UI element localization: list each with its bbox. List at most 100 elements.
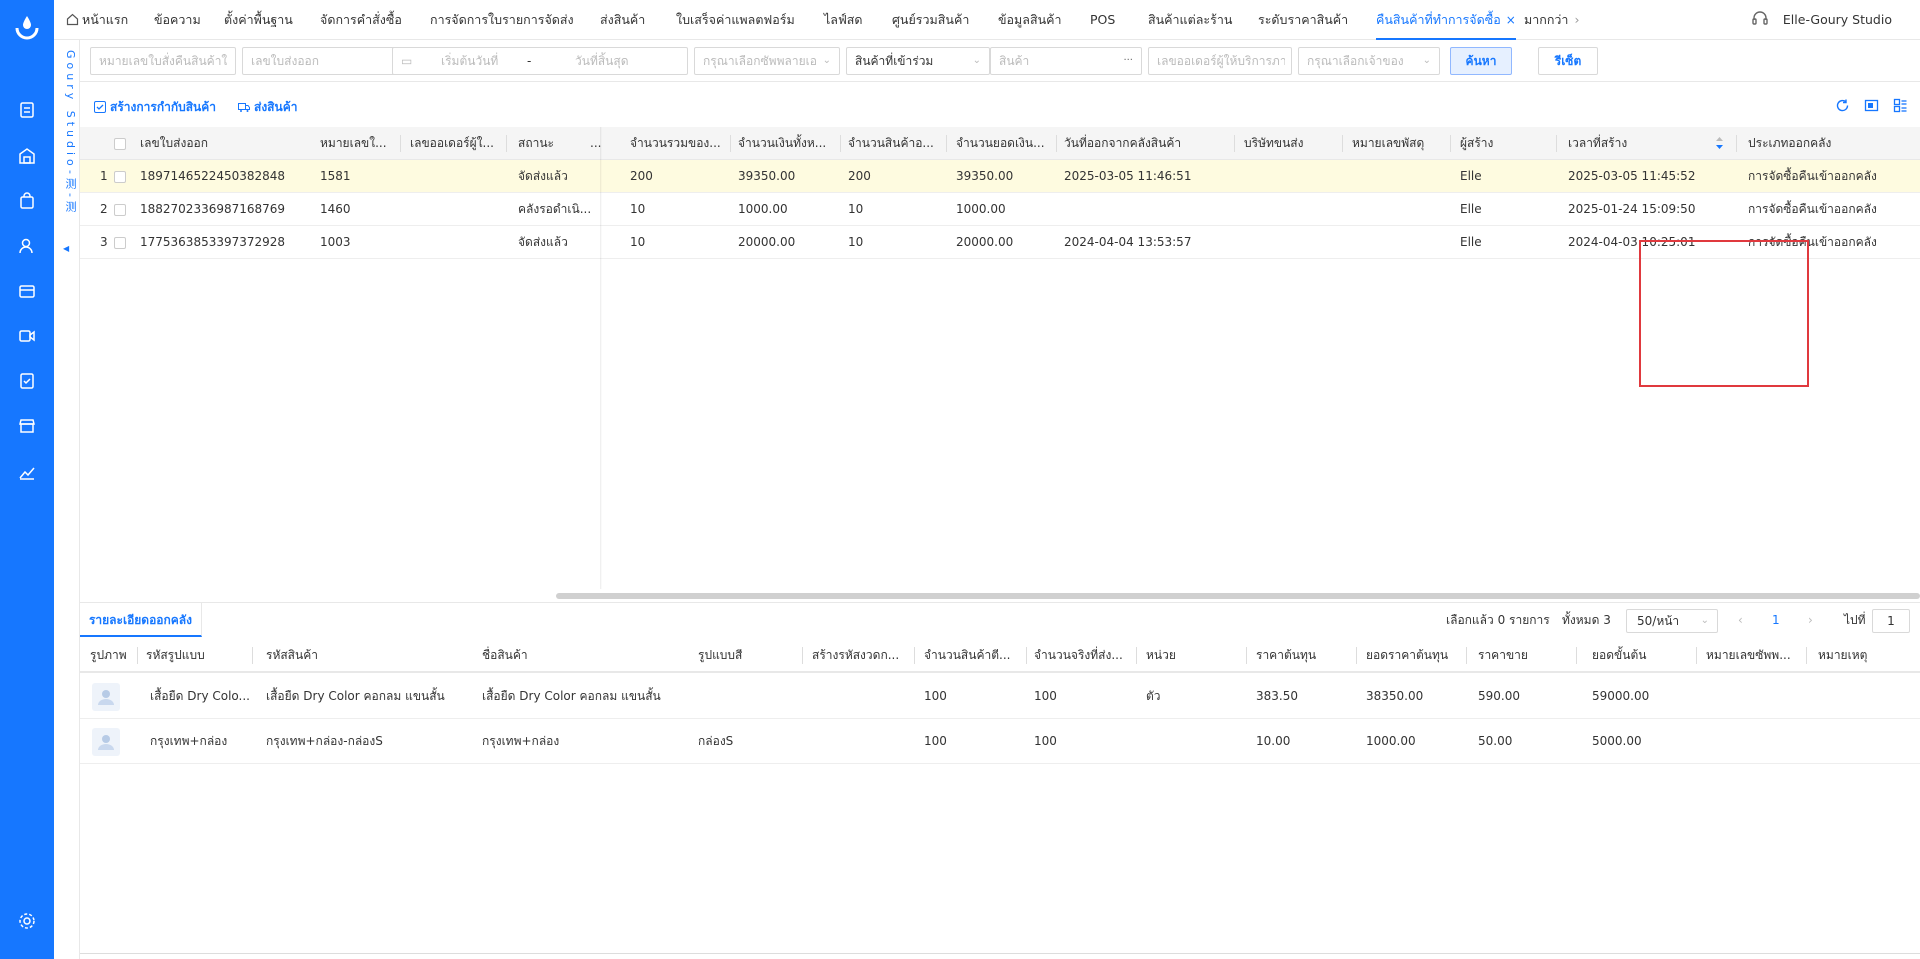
product-thumbnail[interactable]	[92, 728, 120, 756]
tab-product-info[interactable]: ข้อมูลสินค้า	[998, 0, 1062, 40]
end-date[interactable]: วันที่สิ้นสุด	[575, 48, 629, 74]
page-size-select[interactable]: 50/หน้า ⌄	[1626, 609, 1718, 633]
page-size-value: 50/หน้า	[1637, 614, 1680, 628]
export-icon[interactable]	[1864, 98, 1879, 113]
col-image[interactable]: รูปภาพ	[86, 638, 136, 673]
col-color-style[interactable]: รูปแบบสี	[694, 638, 794, 673]
col-external-no[interactable]: เลขออเดอร์ผู้ใ...	[406, 127, 504, 160]
col-note[interactable]: หมายเหตุ	[1814, 638, 1914, 673]
col-cost[interactable]: ราคาต้นทุน	[1252, 638, 1352, 673]
tab-home[interactable]: หน้าแรก	[66, 0, 128, 40]
reset-button[interactable]: รีเซ็ต	[1538, 47, 1598, 75]
close-icon[interactable]: ×	[1506, 13, 1516, 27]
row-checkbox[interactable]	[114, 171, 126, 183]
col-status[interactable]: สถานะ	[514, 127, 584, 160]
tab-platform-receipt[interactable]: ใบเสร็จค่าแพลตฟอร์ม	[676, 0, 795, 40]
owner-select[interactable]: กรุณาเลือกเจ้าของ ⌄	[1298, 47, 1440, 75]
col-plan-qty[interactable]: จำนวนสินค้าตี...	[920, 638, 1024, 673]
detail-row[interactable]: กรุงเทพ+กล่อง กรุงเทพ+กล่อง-กล่องS กรุงเ…	[80, 719, 1920, 764]
tab-product-center[interactable]: ศูนย์รวมสินค้า	[892, 0, 969, 40]
col-item-qty[interactable]: จำนวนสินค้าอ...	[844, 127, 944, 160]
next-page-icon[interactable]: ›	[1808, 609, 1813, 631]
tab-pos[interactable]: POS	[1090, 0, 1115, 40]
col-dispatch-no[interactable]: เลขใบส่งออก	[136, 127, 276, 160]
tab-live[interactable]: ไลฟ์สด	[824, 0, 863, 40]
col-style-code[interactable]: รหัสรูปแบบ	[142, 638, 252, 673]
tab-messages[interactable]: ข้อความ	[154, 0, 201, 40]
start-date[interactable]: เริ่มต้นวันที่	[441, 48, 498, 74]
more-icon[interactable]: ···	[1123, 48, 1133, 74]
columns-setting-icon[interactable]	[1893, 98, 1908, 113]
checklist-icon[interactable]	[17, 371, 37, 391]
store-name: Elle-Goury Studio	[1782, 12, 1892, 27]
col-cost-total[interactable]: ยอดราคาต้นทุน	[1362, 638, 1462, 673]
col-carrier[interactable]: บริษัทขนส่ง	[1240, 127, 1340, 160]
refresh-icon[interactable]	[1835, 98, 1850, 113]
tab-order-management[interactable]: จัดการคำสั่งซื้อ	[320, 0, 402, 40]
supplier-select[interactable]: กรุณาเลือกซัพพลายเอ ⌄	[694, 47, 840, 75]
table-row[interactable]: 2 1882702336987168769 1460 คลังรอดำเนิ..…	[80, 193, 1920, 226]
current-page[interactable]: 1	[1772, 609, 1780, 631]
col-product-name[interactable]: ชื่อสินค้า	[478, 638, 638, 673]
col-creator[interactable]: ผู้สร้าง	[1456, 127, 1536, 160]
return-order-input[interactable]: หมายเลขใบสั่งคืนสินค้าใ	[90, 47, 236, 75]
col-total-value[interactable]: จำนวนยอดเงิน...	[952, 127, 1054, 160]
select-all-checkbox[interactable]	[114, 138, 126, 150]
store-icon[interactable]	[17, 416, 37, 436]
col-price[interactable]: ราคาขาย	[1474, 638, 1574, 673]
col-out-date[interactable]: วันที่ออกจากคลังสินค้า	[1060, 127, 1210, 160]
collapsed-side-panel[interactable]: Goury Studio-测-测 ◀	[54, 40, 80, 959]
settings-icon[interactable]	[17, 911, 37, 931]
col-out-type[interactable]: ประเภทออกคลัง	[1744, 127, 1904, 160]
product-input[interactable]: สินค้า ···	[990, 47, 1142, 75]
wallet-icon[interactable]	[17, 281, 37, 301]
col-gross[interactable]: ยอดขั้นต้น	[1588, 638, 1688, 673]
col-total-qty[interactable]: จำนวนรวมของ...	[626, 127, 728, 160]
tab-store-products[interactable]: สินค้าแต่ละร้าน	[1148, 0, 1232, 40]
col-unit[interactable]: หน่วย	[1142, 638, 1242, 673]
col-actual-qty[interactable]: จำนวนจริงที่ส่ง...	[1030, 638, 1134, 673]
tab-price-levels[interactable]: ระดับราคาสินค้า	[1258, 0, 1348, 40]
col-tracking[interactable]: หมายเลขพัสดุ	[1348, 127, 1448, 160]
tab-more[interactable]: มากกว่า ›	[1524, 0, 1579, 40]
prev-page-icon[interactable]: ‹	[1738, 609, 1743, 631]
row-checkbox[interactable]	[114, 204, 126, 216]
headset-icon[interactable]	[1751, 4, 1769, 25]
table-row[interactable]: 1 1897146522450382848 1581 จัดส่งแล้ว 20…	[80, 160, 1920, 193]
service-order-input[interactable]: เลขออเดอร์ผู้ให้บริการภาย	[1148, 47, 1292, 75]
store-switcher[interactable]: Elle-Goury Studio	[1751, 0, 1892, 40]
goto-page-input[interactable]: 1	[1872, 609, 1910, 633]
cell-cost-total: 1000.00	[1366, 734, 1416, 748]
sort-icon[interactable]	[1716, 137, 1723, 149]
tab-basic-settings[interactable]: ตั้งค่าพื้นฐาน	[224, 0, 293, 40]
row-checkbox[interactable]	[114, 237, 126, 249]
col-ref-no[interactable]: หมายเลขใ...	[316, 127, 396, 160]
col-created-at[interactable]: เวลาที่สร้าง	[1564, 127, 1684, 160]
date-range-picker[interactable]: ▭ เริ่มต้นวันที่ - วันที่สิ้นสุด	[392, 47, 688, 75]
shopping-bag-icon[interactable]	[17, 191, 37, 211]
tab-ship-goods[interactable]: ส่งสินค้า	[600, 0, 645, 40]
search-button[interactable]: ค้นหา	[1450, 47, 1512, 75]
logo-icon[interactable]	[14, 14, 40, 42]
tab-purchase-return[interactable]: คืนสินค้าที่ทำการจัดซื้อ ×	[1376, 0, 1516, 40]
action-bar: สร้างการกำกับสินค้า ส่งสินค้า	[80, 88, 1920, 126]
product-type-select[interactable]: สินค้าที่เข้าร่วม ⌄	[846, 47, 990, 75]
tab-shipping-list[interactable]: การจัดการใบรายการจัดส่ง	[430, 0, 574, 40]
product-thumbnail[interactable]	[92, 683, 120, 711]
col-supplier-no[interactable]: หมายเลขซัพพ...	[1702, 638, 1802, 673]
col-sku[interactable]: รหัสสินค้า	[262, 638, 422, 673]
ship-goods-button[interactable]: ส่งสินค้า	[238, 98, 297, 117]
tab-dispatch-detail[interactable]: รายละเอียดออกคลัง	[80, 603, 202, 637]
user-icon[interactable]	[17, 236, 37, 256]
col-total-amount[interactable]: จำนวนเงินทั้งห...	[734, 127, 838, 160]
col-batch[interactable]: สร้างรหัสงวดก...	[808, 638, 912, 673]
document-icon[interactable]	[17, 100, 37, 120]
collapse-arrow-icon[interactable]: ◀	[63, 244, 69, 253]
video-icon[interactable]	[17, 326, 37, 346]
warehouse-icon[interactable]	[17, 146, 37, 166]
detail-row[interactable]: เสื้อยืด Dry Colo... เสื้อยืด Dry Color …	[80, 674, 1920, 719]
cell-external-no	[406, 193, 504, 226]
chart-icon[interactable]	[17, 462, 37, 482]
create-return-button[interactable]: สร้างการกำกับสินค้า	[94, 98, 216, 117]
horizontal-scrollbar[interactable]	[556, 593, 1920, 599]
